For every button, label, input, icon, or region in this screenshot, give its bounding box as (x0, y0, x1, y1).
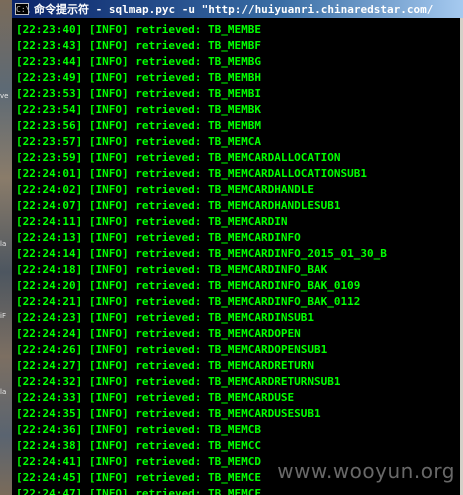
console-line: [22:24:32] [INFO] retrieved: TB_MEMCARDR… (16, 375, 341, 388)
console-line: [22:24:07] [INFO] retrieved: TB_MEMCARDH… (16, 199, 341, 212)
window-titlebar[interactable]: C:\ 命令提示符 - sqlmap.pyc -u "http://huiyua… (12, 0, 463, 18)
desktop-icon-label[interactable]: la (0, 240, 12, 248)
desktop-icon-label[interactable]: ve (0, 92, 12, 100)
desktop-background: ve la iF la (0, 0, 12, 495)
console-line: [22:24:26] [INFO] retrieved: TB_MEMCARDO… (16, 343, 328, 356)
console-line: [22:23:40] [INFO] retrieved: TB_MEMBE (16, 23, 262, 36)
console-line: [22:24:11] [INFO] retrieved: TB_MEMCARDI… (16, 215, 288, 228)
window-title: 命令提示符 - sqlmap.pyc -u "http://huiyuanri.… (34, 3, 434, 16)
console-output[interactable]: [22:23:40] [INFO] retrieved: TB_MEMBE [22… (12, 18, 463, 495)
desktop-icon-label[interactable]: la (0, 388, 12, 396)
console-line: [22:24:01] [INFO] retrieved: TB_MEMCARDA… (16, 167, 367, 180)
console-line: [22:23:43] [INFO] retrieved: TB_MEMBF (16, 39, 262, 52)
console-line: [22:24:13] [INFO] retrieved: TB_MEMCARDI… (16, 231, 301, 244)
console-line: [22:24:14] [INFO] retrieved: TB_MEMCARDI… (16, 247, 387, 260)
console-line: [22:23:59] [INFO] retrieved: TB_MEMCARDA… (16, 151, 341, 164)
console-line: [22:23:54] [INFO] retrieved: TB_MEMBK (16, 103, 262, 116)
console-line: [22:23:49] [INFO] retrieved: TB_MEMBH (16, 71, 262, 84)
console-line: [22:23:57] [INFO] retrieved: TB_MEMCA (16, 135, 262, 148)
console-line: [22:24:21] [INFO] retrieved: TB_MEMCARDI… (16, 295, 361, 308)
console-line: [22:23:56] [INFO] retrieved: TB_MEMBM (16, 119, 262, 132)
desktop-icon-label[interactable]: iF (0, 312, 12, 320)
console-line: [22:24:38] [INFO] retrieved: TB_MEMCC (16, 439, 262, 452)
console-line: [22:24:23] [INFO] retrieved: TB_MEMCARDI… (16, 311, 315, 324)
command-prompt-window[interactable]: C:\ 命令提示符 - sqlmap.pyc -u "http://huiyua… (12, 0, 463, 495)
console-line: [22:24:02] [INFO] retrieved: TB_MEMCARDH… (16, 183, 315, 196)
console-line: [22:23:44] [INFO] retrieved: TB_MEMBG (16, 55, 262, 68)
console-line: [22:24:35] [INFO] retrieved: TB_MEMCARDU… (16, 407, 321, 420)
watermark: www.wooyun.org (277, 459, 455, 483)
console-line: [22:24:18] [INFO] retrieved: TB_MEMCARDI… (16, 263, 328, 276)
console-line: [22:23:53] [INFO] retrieved: TB_MEMBI (16, 87, 262, 100)
console-icon[interactable]: C:\ (15, 3, 30, 15)
console-line: [22:24:24] [INFO] retrieved: TB_MEMCARDO… (16, 327, 301, 340)
console-line: [22:24:27] [INFO] retrieved: TB_MEMCARDR… (16, 359, 315, 372)
console-line: [22:24:20] [INFO] retrieved: TB_MEMCARDI… (16, 279, 361, 292)
console-line: [22:24:33] [INFO] retrieved: TB_MEMCARDU… (16, 391, 295, 404)
console-line: [22:24:36] [INFO] retrieved: TB_MEMCB (16, 423, 262, 436)
console-line: [22:24:47] [INFO] retrieved: TB_MEMCF (16, 487, 262, 495)
